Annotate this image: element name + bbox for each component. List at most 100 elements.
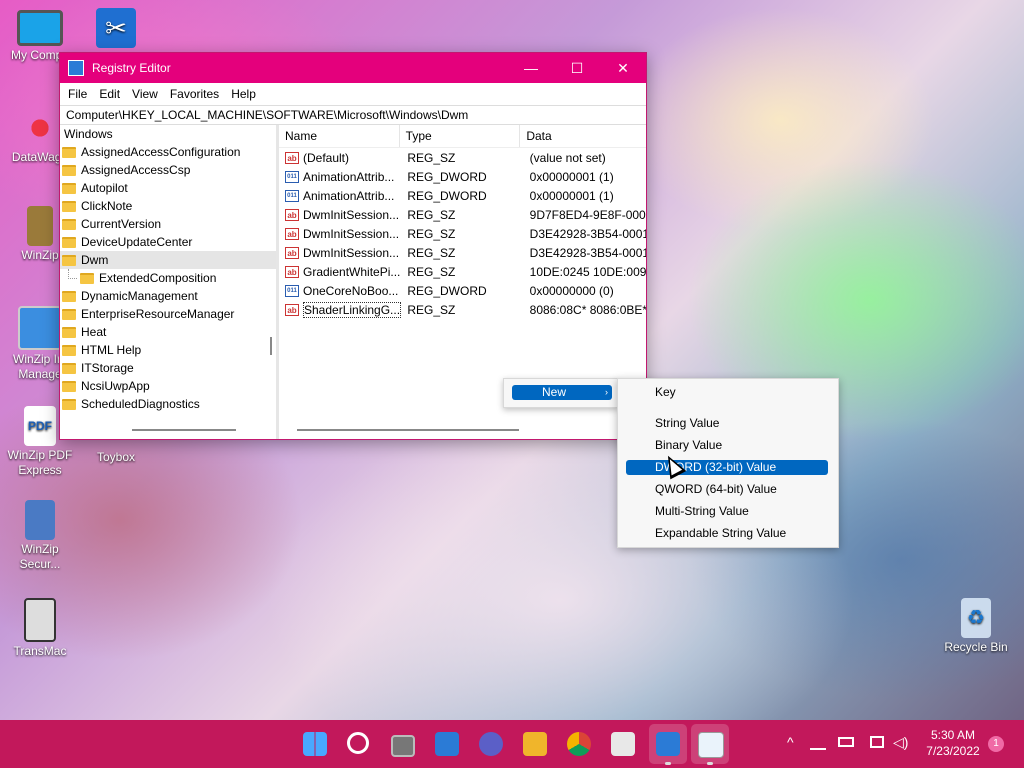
tree-item[interactable]: EnterpriseResourceManager	[60, 305, 276, 323]
tree-item[interactable]: ITStorage	[60, 359, 276, 377]
desktop-icon-label: Toybox	[96, 450, 136, 464]
table-row[interactable]: ab (Default) REG_SZ (value not set)	[279, 148, 646, 167]
registry-editor-taskbar-icon[interactable]	[656, 732, 680, 756]
string-value-icon: ab	[285, 151, 299, 164]
submenu-item-string-value[interactable]: String Value	[626, 416, 828, 431]
tree-item[interactable]: ClickNote	[60, 197, 276, 215]
cloud-off-icon[interactable]	[810, 736, 826, 750]
value-type: REG_SZ	[407, 207, 456, 222]
table-row[interactable]: ab DwmInitSession... REG_SZ 9D7F8ED4-9E8F…	[279, 205, 646, 224]
table-row[interactable]: ab GradientWhitePi... REG_SZ 10DE:0245 10…	[279, 262, 646, 281]
chevron-up-icon[interactable]: ^	[787, 734, 794, 750]
tree-item[interactable]: NcsiUwpApp	[60, 377, 276, 395]
desktop-icon-toybox[interactable]: Toybox	[76, 436, 156, 465]
value-type: REG_SZ	[407, 302, 456, 317]
new-submenu: Key String Value Binary Value DWORD (32-…	[617, 378, 839, 548]
tree-item[interactable]: AssignedAccessConfiguration	[60, 143, 276, 161]
tree-item-child[interactable]: ExtendedComposition	[60, 269, 276, 287]
tree-item[interactable]: AssignedAccessCsp	[60, 161, 276, 179]
desktop-icon-label: TransMac	[13, 644, 67, 658]
value-type: REG_DWORD	[407, 169, 487, 184]
task-view-icon[interactable]	[391, 735, 415, 757]
value-data: 9D7F8ED4-9E8F-0001-	[529, 207, 646, 222]
volume-icon[interactable]: ◁)	[893, 734, 908, 751]
running-indicator	[665, 762, 671, 765]
table-row[interactable]: ab DwmInitSession... REG_SZ D3E42928-3B54…	[279, 243, 646, 262]
table-row[interactable]: 011 AnimationAttrib... REG_DWORD 0x000000…	[279, 167, 646, 186]
chat-icon[interactable]	[479, 732, 503, 756]
submenu-item-binary-value[interactable]: Binary Value	[626, 438, 828, 453]
pdf-icon: PDF	[24, 406, 56, 446]
menu-view[interactable]: View	[126, 87, 164, 101]
folder-icon	[62, 290, 76, 302]
tree-item[interactable]: CurrentVersion	[60, 215, 276, 233]
values-header: Name Type Data	[279, 125, 646, 148]
folder-icon	[62, 308, 76, 320]
menu-favorites[interactable]: Favorites	[164, 87, 225, 101]
tree-item-label: AssignedAccessConfiguration	[81, 145, 241, 159]
column-header-data[interactable]: Data	[520, 125, 646, 147]
tree-item[interactable]: HTML Help	[60, 341, 276, 359]
binary-value-icon: 011	[285, 170, 299, 183]
tree-item[interactable]: Autopilot	[60, 179, 276, 197]
start-windows-icon[interactable]	[303, 732, 327, 756]
recycle-bin-icon: ♻	[961, 598, 991, 638]
tree-vertical-scrollbar[interactable]	[270, 337, 272, 355]
tree-item[interactable]: ScheduledDiagnostics	[60, 395, 276, 413]
submenu-item-key[interactable]: Key	[626, 385, 828, 400]
submenu-item-dword-value[interactable]: DWORD (32-bit) Value	[626, 460, 828, 475]
tree-item[interactable]: DynamicManagement	[60, 287, 276, 305]
close-button[interactable]: ✕	[600, 53, 646, 83]
submenu-item-qword-value[interactable]: QWORD (64-bit) Value	[626, 482, 828, 497]
column-header-name[interactable]: Name	[279, 125, 400, 147]
menu-item-new[interactable]: New ›	[512, 385, 612, 400]
table-row[interactable]: 011 AnimationAttrib... REG_DWORD 0x000000…	[279, 186, 646, 205]
tree-item-label: Heat	[81, 325, 107, 339]
tree-item-label: DynamicManagement	[81, 289, 198, 303]
table-row[interactable]: 011 OneCoreNoBoo... REG_DWORD 0x00000000 …	[279, 281, 646, 300]
minimize-button[interactable]: —	[508, 53, 554, 83]
folder-icon	[62, 344, 76, 356]
folder-icon	[62, 236, 76, 248]
submenu-item-expandable-string-value[interactable]: Expandable String Value	[626, 526, 828, 541]
clock[interactable]: 5:30 AM 7/23/2022	[922, 727, 984, 759]
tree-item-label: ExtendedComposition	[99, 271, 217, 285]
file-explorer-icon[interactable]	[523, 732, 547, 756]
folder-icon	[62, 218, 76, 230]
network-icon[interactable]	[870, 736, 884, 748]
search-icon[interactable]	[347, 732, 369, 754]
table-row[interactable]: ab DwmInitSession... REG_SZ D3E42928-3B54…	[279, 224, 646, 243]
submenu-item-multi-string-value[interactable]: Multi-String Value	[626, 504, 828, 519]
menu-file[interactable]: File	[62, 87, 93, 101]
resource-monitor-icon[interactable]	[698, 732, 724, 758]
menu-help[interactable]: Help	[225, 87, 262, 101]
desktop-icon-transmac[interactable]: TransMac	[0, 598, 80, 659]
tree-item-selected[interactable]: Dwm	[60, 251, 276, 269]
tree-item-windows[interactable]: Windows	[60, 125, 276, 143]
clock-date: 7/23/2022	[926, 744, 980, 758]
context-menu: New ›	[503, 378, 619, 408]
keyboard-icon[interactable]	[838, 737, 854, 747]
notification-badge[interactable]: 1	[988, 736, 1004, 752]
column-header-type[interactable]: Type	[400, 125, 521, 147]
desktop-icon-winzip-secure[interactable]: WinZip Secur...	[0, 500, 80, 572]
tree-item[interactable]: Heat	[60, 323, 276, 341]
widgets-icon[interactable]	[435, 732, 459, 756]
chrome-icon[interactable]	[567, 732, 591, 756]
java-icon[interactable]	[611, 732, 635, 756]
tree-item[interactable]: DeviceUpdateCenter	[60, 233, 276, 251]
value-data: (value not set)	[529, 150, 606, 165]
menu-edit[interactable]: Edit	[93, 87, 126, 101]
tree-horizontal-scrollbar[interactable]	[132, 429, 236, 431]
values-horizontal-scrollbar[interactable]	[297, 429, 519, 431]
desktop-icon-recycle-bin[interactable]: ♻ Recycle Bin	[936, 598, 1016, 655]
clock-time: 5:30 AM	[930, 728, 976, 742]
maximize-button[interactable]: ☐	[554, 53, 600, 83]
folder-icon	[62, 362, 76, 374]
address-bar[interactable]: Computer\HKEY_LOCAL_MACHINE\SOFTWARE\Mic…	[60, 105, 646, 125]
desktop-icon-scissors-app[interactable]: ✂	[76, 8, 156, 50]
table-row[interactable]: ab ShaderLinkingG... REG_SZ 8086:08C* 808…	[279, 300, 646, 319]
title-bar[interactable]: Registry Editor — ☐ ✕	[60, 53, 646, 83]
value-data: D3E42928-3B54-0001-	[529, 226, 646, 241]
string-value-icon: ab	[285, 208, 299, 221]
